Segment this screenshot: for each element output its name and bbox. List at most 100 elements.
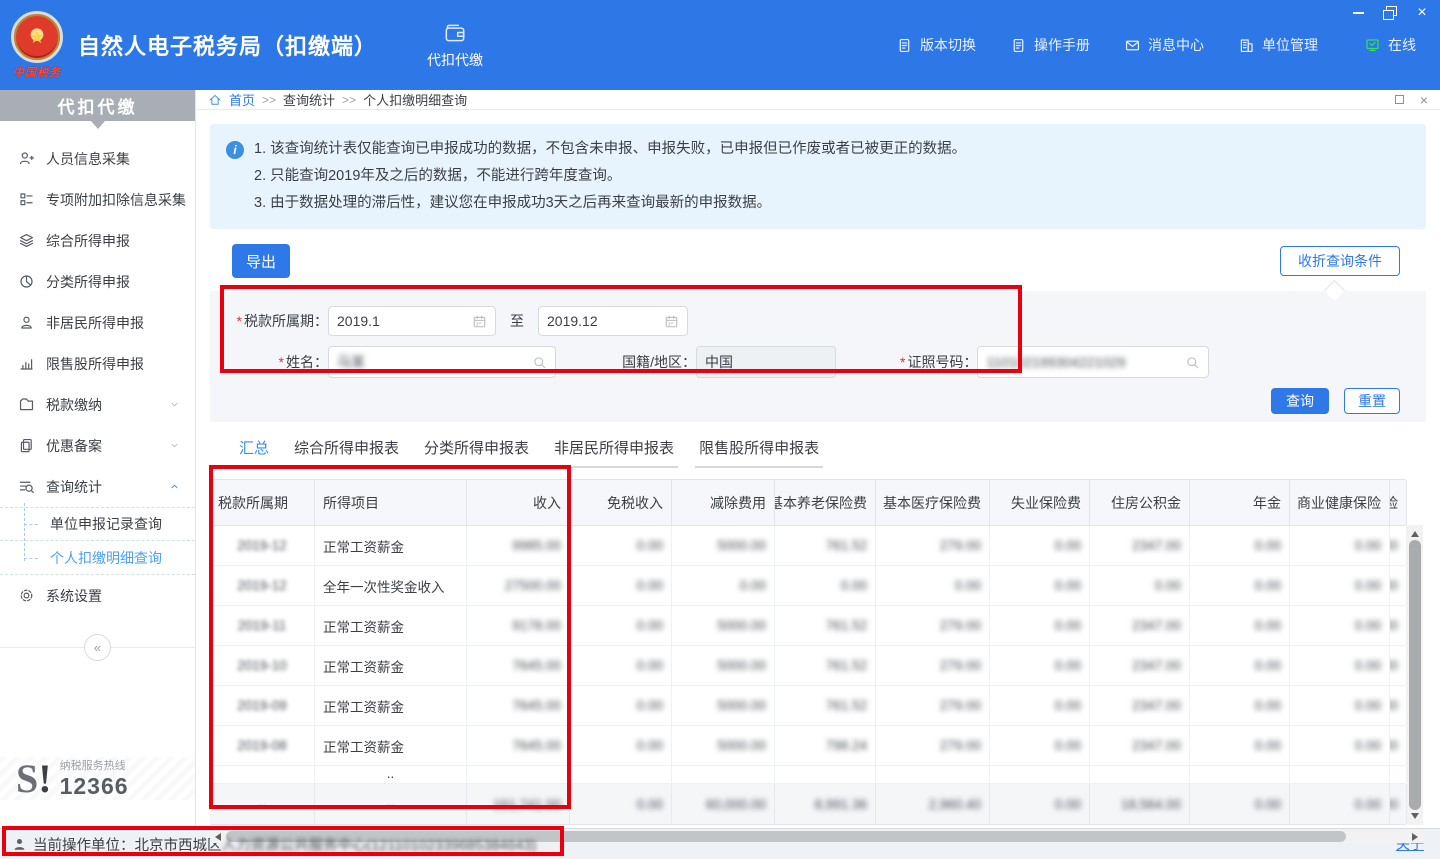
query-button[interactable]: 查询 bbox=[1271, 388, 1329, 414]
layers-icon bbox=[18, 232, 35, 249]
table-cell: 0.00 bbox=[570, 606, 672, 645]
table-cell: 0.00 bbox=[990, 726, 1090, 765]
pane-maximize-icon[interactable] bbox=[1395, 95, 1404, 104]
table-row-clipped[interactable]: .. bbox=[210, 766, 1406, 784]
sidebar-subitem[interactable]: 单位申报记录查询 bbox=[0, 507, 195, 541]
scroll-down-icon[interactable] bbox=[1407, 812, 1423, 824]
sidebar-collapse-button[interactable]: « bbox=[84, 634, 111, 661]
breadcrumb-home[interactable]: 首页 bbox=[229, 90, 255, 109]
table-cell: 0.00 bbox=[1190, 566, 1290, 605]
header-menu: 版本切换 操作手册 消息中心 单位管理 在线 bbox=[896, 35, 1416, 55]
table-cell: 基本医疗保险费 bbox=[876, 480, 990, 525]
table-cell: 7645.00 bbox=[467, 646, 570, 685]
table-row[interactable]: 2019-12全年一次性奖金收入27500.000.000.000.000.00… bbox=[210, 566, 1406, 606]
header-tab-daikou[interactable]: 代扣代缴 bbox=[427, 20, 483, 70]
sidebar-item[interactable]: 优惠备案 bbox=[0, 425, 195, 466]
calendar-icon[interactable] bbox=[472, 314, 487, 329]
table-cell: 商业健康保险 bbox=[1290, 480, 1390, 525]
sidebar-item[interactable]: 分类所得申报 bbox=[0, 261, 195, 302]
period-from-input[interactable]: 2019.1 bbox=[328, 306, 496, 336]
table-cell: 2,960.40 bbox=[876, 784, 990, 824]
table-cell: 0.00 bbox=[1290, 566, 1390, 605]
tab[interactable]: 汇总 bbox=[235, 437, 273, 468]
sidebar-item[interactable]: 专项附加扣除信息采集 bbox=[0, 179, 195, 220]
table-row[interactable]: 2019-10正常工资薪金7645.000.005000.00761.52279… bbox=[210, 646, 1406, 686]
table-cell: 0.00 bbox=[1390, 784, 1407, 824]
breadcrumb-current: 个人扣缴明细查询 bbox=[363, 90, 467, 109]
sidebar-item[interactable]: 非居民所得申报 bbox=[0, 302, 195, 343]
logo-caption: 中国税务 bbox=[13, 64, 61, 80]
tab[interactable]: 限售股所得申报表 bbox=[695, 437, 823, 468]
header-menu-item[interactable]: 操作手册 bbox=[1010, 35, 1090, 55]
fold-query-button[interactable]: 收折查询条件 bbox=[1280, 246, 1400, 276]
header-menu-item[interactable]: 消息中心 bbox=[1124, 35, 1204, 55]
scroll-up-icon[interactable] bbox=[1407, 526, 1423, 538]
tab[interactable]: 综合所得申报表 bbox=[290, 437, 403, 468]
table-header-row: 税款所属期所得项目收入免税收入减除费用基本养老保险费基本医疗保险费失业保险费住房… bbox=[210, 479, 1406, 526]
header-menu-item[interactable]: 单位管理 bbox=[1238, 35, 1318, 55]
header-menu-item[interactable]: 在线 bbox=[1364, 35, 1416, 55]
export-button[interactable]: 导出 bbox=[232, 244, 290, 278]
sidebar-item[interactable]: 税款缴纳 bbox=[0, 384, 195, 425]
hotline-number: 12366 bbox=[60, 773, 129, 800]
table-cell: 0.00 bbox=[570, 526, 672, 565]
close-icon[interactable]: × bbox=[1414, 6, 1430, 20]
header-menu-label: 在线 bbox=[1388, 35, 1416, 55]
table-row[interactable]: 2019-09正常工资薪金7645.000.005000.00761.52279… bbox=[210, 686, 1406, 726]
table-cell: 0.00 bbox=[1190, 686, 1290, 725]
breadcrumb-mid: 查询统计 bbox=[283, 90, 335, 109]
table-total-row[interactable]: ----161,741.000.0060,000.008,991.362,960… bbox=[210, 784, 1406, 825]
restore-icon[interactable] bbox=[1382, 6, 1398, 20]
sidebar-item[interactable]: 系统设置 bbox=[0, 575, 195, 616]
sidebar-item[interactable]: 限售股所得申报 bbox=[0, 343, 195, 384]
table-cell: 2019-10 bbox=[210, 646, 315, 685]
table-cell: 0.00 bbox=[1390, 566, 1407, 605]
vertical-scroll-thumb[interactable] bbox=[1409, 540, 1421, 810]
scroll-left-icon[interactable] bbox=[210, 830, 222, 843]
period-to-input[interactable]: 2019.12 bbox=[538, 306, 688, 336]
pane-close-icon[interactable]: × bbox=[1420, 93, 1428, 107]
mail-icon bbox=[1124, 37, 1141, 54]
table-cell: 正常工资薪金 bbox=[315, 526, 467, 565]
chart-icon bbox=[18, 355, 35, 372]
table-cell: 0.00 bbox=[1290, 686, 1390, 725]
id-number-input[interactable]: 110102199304221029 bbox=[977, 346, 1209, 378]
chevron-down-icon bbox=[168, 398, 181, 411]
sidebar-subitem[interactable]: 个人扣缴明细查询 bbox=[0, 541, 195, 575]
tab[interactable]: 分类所得申报表 bbox=[420, 437, 533, 468]
table-row[interactable]: 2019-08正常工资薪金7645.000.005000.00798.24279… bbox=[210, 726, 1406, 766]
sidebar-item-label: 查询统计 bbox=[46, 477, 102, 497]
sidebar-item-label: 综合所得申报 bbox=[46, 231, 130, 251]
sidebar-item-label: 非居民所得申报 bbox=[46, 313, 144, 333]
calendar-icon[interactable] bbox=[664, 314, 679, 329]
header-menu-item[interactable]: 版本切换 bbox=[896, 35, 976, 55]
minimize-icon[interactable] bbox=[1350, 6, 1366, 20]
window-controls: × bbox=[1350, 5, 1430, 21]
table-cell: 0.00 bbox=[1290, 784, 1390, 824]
pane-controls: × bbox=[1395, 93, 1428, 107]
building-icon bbox=[1238, 37, 1255, 54]
body: 代扣代缴 人员信息采集专项附加扣除信息采集综合所得申报分类所得申报非居民所得申报… bbox=[0, 90, 1440, 828]
search-icon[interactable] bbox=[532, 355, 547, 370]
user-icon bbox=[18, 314, 35, 331]
name-input[interactable]: 马某 bbox=[328, 346, 556, 378]
table-cell bbox=[1290, 766, 1390, 783]
user-icon bbox=[12, 837, 27, 852]
table-cell: 761.52 bbox=[775, 646, 876, 685]
vertical-scrollbar[interactable] bbox=[1407, 525, 1423, 825]
sidebar-item[interactable]: 人员信息采集 bbox=[0, 138, 195, 179]
table-row[interactable]: 2019-12正常工资薪金9985.000.005000.00761.52279… bbox=[210, 526, 1406, 566]
search-icon[interactable] bbox=[1185, 355, 1200, 370]
doc-icon bbox=[1010, 37, 1027, 54]
toolbar: 导出 收折查询条件 bbox=[210, 243, 1426, 279]
reset-button[interactable]: 重置 bbox=[1344, 388, 1400, 414]
table-cell: 9178.00 bbox=[467, 606, 570, 645]
table-cell: 所得项目 bbox=[315, 480, 467, 525]
sidebar-item[interactable]: 查询统计 bbox=[0, 466, 195, 507]
table-row[interactable]: 2019-11正常工资薪金9178.000.005000.00761.52279… bbox=[210, 606, 1406, 646]
table-cell: 减除费用 bbox=[672, 480, 775, 525]
sidebar-item[interactable]: 综合所得申报 bbox=[0, 220, 195, 261]
table-cell: 0.00 bbox=[1390, 606, 1407, 645]
tab[interactable]: 非居民所得申报表 bbox=[550, 437, 678, 468]
scroll-right-icon[interactable] bbox=[1411, 830, 1423, 843]
